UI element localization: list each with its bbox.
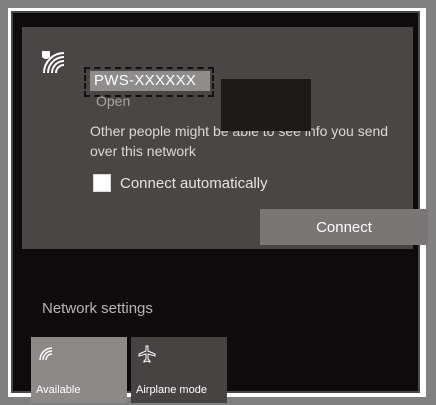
network-settings-link[interactable]: Network settings xyxy=(42,300,153,317)
airplane-mode-tile[interactable]: Airplane mode xyxy=(131,337,227,403)
wifi-network-item[interactable]: PWS-XXXXXX Open Other people might be ab… xyxy=(22,27,428,249)
network-status: Open xyxy=(96,93,131,109)
redaction-block xyxy=(221,79,311,131)
network-flyout: PWS-XXXXXX Open Other people might be ab… xyxy=(11,11,428,403)
wifi-icon xyxy=(39,347,53,361)
wifi-toggle-tile[interactable]: Available xyxy=(31,337,127,403)
airplane-icon xyxy=(138,345,156,363)
network-ssid: PWS-XXXXXX xyxy=(90,71,210,91)
connect-automatically-checkbox[interactable] xyxy=(93,174,111,192)
connect-automatically-label: Connect automatically xyxy=(120,175,268,192)
airplane-tile-label: Airplane mode xyxy=(136,384,207,396)
wifi-tile-label: Available xyxy=(36,384,81,396)
connect-button[interactable]: Connect xyxy=(260,209,428,245)
secured-wifi-icon xyxy=(42,51,65,74)
